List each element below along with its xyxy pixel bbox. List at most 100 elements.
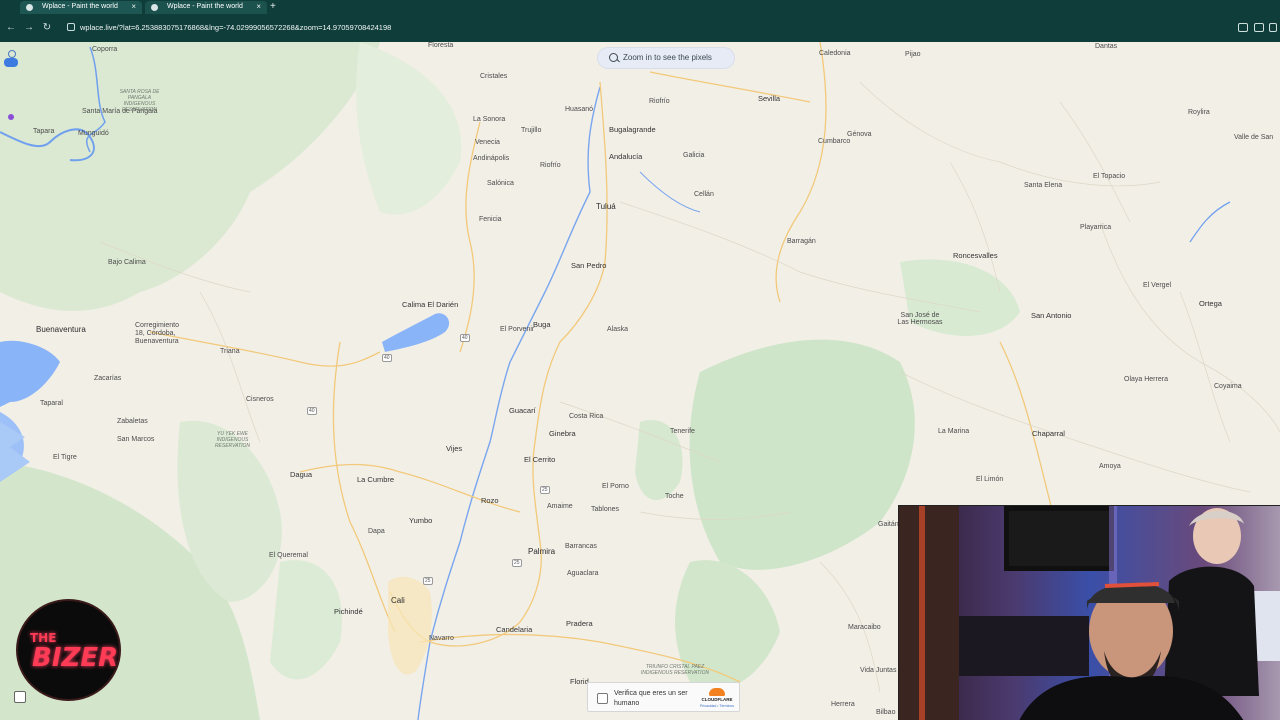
- place-label: Ginebra: [549, 429, 576, 438]
- browser-tab-1[interactable]: Wplace - Paint the world ×: [20, 1, 142, 14]
- place-label: San Antonio: [1031, 311, 1072, 320]
- close-tab-icon[interactable]: ×: [256, 1, 261, 13]
- place-label: Tuluá: [596, 202, 616, 211]
- place-label: Olaya Herrera: [1124, 376, 1168, 383]
- place-label: Vida Juntas: [860, 667, 897, 674]
- place-label: Huasanó: [565, 106, 594, 113]
- place-label: Fenicia: [479, 216, 502, 223]
- twitch-icon[interactable]: [8, 114, 14, 120]
- streamer-logo: THE BIZER: [16, 599, 121, 701]
- place-label: Buenaventura: [36, 325, 86, 334]
- reservation-label: SANTA ROSA DE PANGALA INDIGENOUS RESERVA…: [119, 89, 160, 113]
- place-label: El Topacio: [1093, 173, 1126, 180]
- forward-button[interactable]: →: [22, 21, 36, 35]
- captcha-links[interactable]: Privacidad • Términos: [696, 704, 738, 708]
- place-label: Cellán: [694, 191, 714, 198]
- reload-button[interactable]: ↻: [40, 21, 54, 35]
- place-label: El Cerrito: [524, 455, 556, 464]
- zoom-hint[interactable]: Zoom in to see the pixels: [598, 48, 734, 68]
- place-label: Dagua: [290, 470, 313, 479]
- place-label: San Marcos: [117, 436, 155, 443]
- place-label: Vijes: [446, 444, 463, 453]
- cloudflare-logo: CLOUDFLARE Privacidad • Términos: [696, 687, 736, 709]
- favicon-icon: [151, 4, 158, 11]
- place-label: Cristales: [480, 73, 508, 80]
- place-label: Andinápolis: [473, 155, 510, 162]
- place-label: Roylira: [1188, 109, 1210, 116]
- place-label: Tablones: [591, 506, 620, 513]
- cloudflare-cloud-icon: [709, 688, 725, 696]
- place-label: Calima El Darién: [402, 300, 459, 309]
- place-label: Cisneros: [246, 396, 274, 403]
- place-label: Barragán: [787, 238, 816, 245]
- place-label: Amoya: [1099, 463, 1121, 470]
- place-label: Dapa: [368, 528, 385, 535]
- place-label: Chaparral: [1032, 429, 1065, 438]
- place-label: Amaime: [547, 503, 573, 510]
- place-label: Sevilla: [758, 94, 781, 103]
- place-label: Florid: [570, 677, 589, 686]
- road-shield: 25: [512, 559, 522, 567]
- place-label: Tapara: [33, 128, 55, 135]
- place-label: El Tigre: [53, 454, 77, 461]
- browser-toolbar: ← → ↻ wplace.live/?lat=6.253883075176868…: [0, 14, 1280, 42]
- road-shield: 40: [307, 407, 317, 415]
- captcha-checkbox[interactable]: [597, 693, 608, 704]
- place-label: Rozo: [481, 496, 499, 505]
- place-label: Barrancas: [565, 543, 597, 550]
- notification-badge-icon[interactable]: [4, 58, 18, 67]
- road-shield: 40: [382, 354, 392, 362]
- place-label: Coporra: [92, 46, 118, 53]
- site-info-icon[interactable]: [67, 23, 75, 31]
- browser-tab-2[interactable]: Wplace - Paint the world ×: [145, 1, 267, 14]
- place-label: Taparal: [40, 400, 63, 407]
- road-shield: 25: [540, 486, 550, 494]
- place-label: Salónica: [487, 180, 514, 187]
- place-label: Bugalagrande: [609, 125, 656, 134]
- place-label: Riofrío: [649, 98, 670, 105]
- tab-strip: Wplace - Paint the world × Wplace - Pain…: [0, 0, 1280, 14]
- info-icon[interactable]: [8, 50, 16, 58]
- place-label: Toche: [665, 493, 684, 500]
- place-label: Trujillo: [521, 127, 542, 134]
- place-label: Venecia: [475, 139, 500, 146]
- place-label: El Porno: [602, 483, 629, 490]
- place-label: Galicia: [683, 152, 705, 159]
- place-label: Alaska: [607, 326, 629, 333]
- place-label: San Pedro: [571, 261, 607, 270]
- new-tab-button[interactable]: +: [270, 0, 276, 14]
- place-label: Palmira: [528, 547, 556, 556]
- place-label: Andalucía: [609, 152, 643, 161]
- close-tab-icon[interactable]: ×: [131, 1, 136, 13]
- place-label: Tenerife: [670, 428, 695, 435]
- place-label: El Porvenir: [500, 326, 535, 333]
- tab-title: Wplace - Paint the world: [42, 3, 118, 10]
- layers-icon[interactable]: [14, 691, 26, 703]
- place-label: Candelaria: [496, 625, 533, 634]
- place-label: Valle de San: [1234, 134, 1274, 141]
- logo-text-line2: BIZER: [32, 643, 119, 673]
- url-text[interactable]: wplace.live/?lat=6.253883075176868&lng=-…: [80, 22, 391, 34]
- place-label: Bilbao: [876, 709, 896, 716]
- place-label: Dantas: [1095, 43, 1118, 50]
- place-label: El Vergel: [1143, 282, 1172, 289]
- install-app-icon[interactable]: [1238, 23, 1248, 32]
- webcam-overlay: [898, 505, 1280, 720]
- cloudflare-brand: CLOUDFLARE: [701, 697, 733, 702]
- place-label: Yumbo: [409, 516, 433, 525]
- place-label: Bajo Calima: [108, 259, 146, 266]
- place-label: Triana: [220, 348, 240, 355]
- menu-icon[interactable]: [1269, 23, 1277, 32]
- place-label: San José de Las Hermosas: [897, 312, 943, 326]
- place-label: Costa Rica: [569, 413, 604, 420]
- extensions-icon[interactable]: [1254, 23, 1264, 32]
- back-button[interactable]: ←: [4, 21, 18, 35]
- place-label: Riofrío: [540, 162, 561, 169]
- place-label: Gaitán: [878, 521, 899, 528]
- place-label: El Limón: [976, 476, 1004, 483]
- place-label: Zabaletas: [117, 418, 148, 425]
- place-label: Maracaibo: [848, 624, 881, 631]
- address-bar[interactable]: wplace.live/?lat=6.253883075176868&lng=-…: [60, 18, 1230, 38]
- place-label: Aguaclara: [567, 570, 599, 577]
- place-label: Buga: [533, 320, 551, 329]
